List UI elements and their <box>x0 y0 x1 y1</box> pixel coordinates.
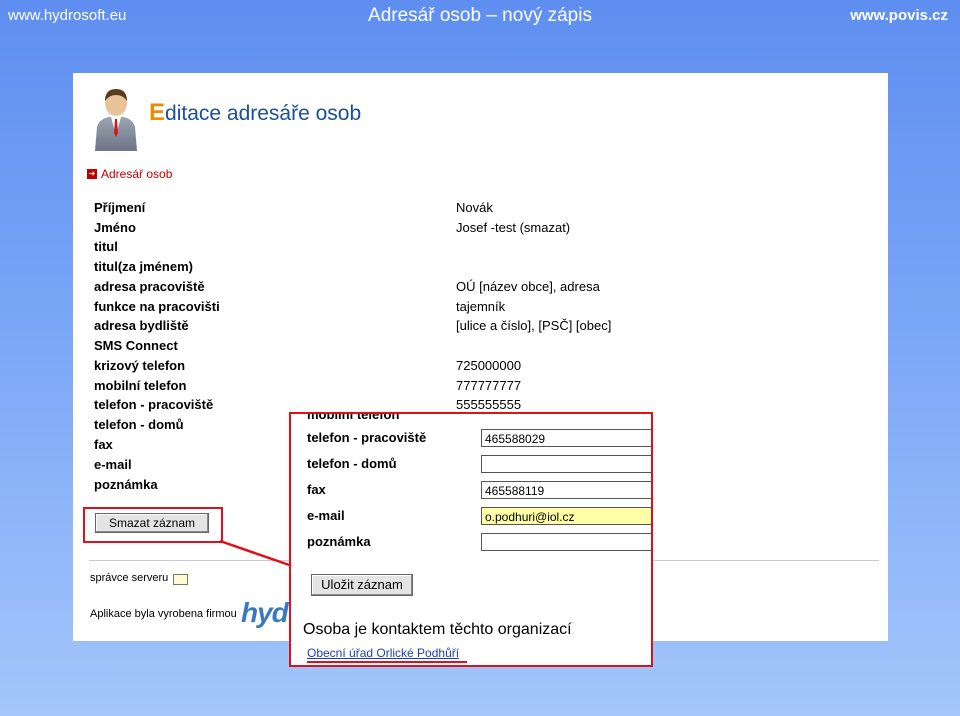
organization-link[interactable]: Obecní úřad Orlické Podhůří <box>307 646 459 660</box>
server-admin-link[interactable]: správce serveru <box>90 572 168 584</box>
company-logo[interactable]: hyd <box>241 597 289 629</box>
zoom-field-row: e-mail o.podhuri@iol.cz <box>307 505 651 527</box>
field-row: titul(za jménem) <box>94 257 854 277</box>
field-row: SMS Connect <box>94 336 854 356</box>
home-phone-input[interactable] <box>481 455 651 473</box>
field-label: titul(za jménem) <box>94 259 193 274</box>
user-avatar-icon <box>95 89 137 151</box>
zoom-field-label: telefon - domů <box>307 456 397 471</box>
breadcrumb-label: Adresář osob <box>101 167 173 181</box>
delete-record-button[interactable]: Smazat záznam <box>95 513 209 533</box>
zoom-field-label-partial: mobilní telefon <box>307 412 400 422</box>
field-label: krizový telefon <box>94 358 186 373</box>
field-row: adresa bydliště [ulice a číslo], [PSČ] [o… <box>94 316 854 336</box>
made-by-text: Aplikace byla vyrobena firmou <box>90 608 237 620</box>
field-row: krizový telefon 725000000 <box>94 356 854 376</box>
field-label: adresa pracoviště <box>94 279 205 294</box>
fax-input[interactable]: 465588119 <box>481 481 651 499</box>
breadcrumb[interactable]: ➜ Adresář osob <box>87 167 172 181</box>
save-record-button[interactable]: Uložit záznam <box>311 574 413 596</box>
field-label: telefon - pracoviště <box>94 397 214 412</box>
field-row: adresa pracoviště OÚ [název obce], adresa <box>94 277 854 297</box>
field-label: Jméno <box>94 220 136 235</box>
zoom-field-row: mobilní telefon <box>307 412 647 426</box>
zoom-field-label: e-mail <box>307 508 345 523</box>
email-input[interactable]: o.podhuri@iol.cz <box>481 507 651 525</box>
work-phone-input[interactable]: 465588029 <box>481 429 651 447</box>
field-label: fax <box>94 437 113 452</box>
field-row: mobilní telefon 777777777 <box>94 376 854 396</box>
field-value: 555555555 <box>456 397 522 412</box>
field-row: Jméno Josef -test (smazat) <box>94 218 854 238</box>
mail-icon[interactable] <box>173 574 188 585</box>
arrow-right-icon: ➜ <box>87 169 97 179</box>
field-label: SMS Connect <box>94 338 178 353</box>
field-label: Příjmení <box>94 200 146 215</box>
zoom-field-row: poznámka <box>307 531 651 553</box>
zoomed-edit-panel: mobilní telefon telefon - pracoviště 465… <box>289 412 653 667</box>
slide-title: Adresář osob – nový zápis <box>368 5 592 26</box>
zoom-field-row: telefon - pracoviště 465588029 <box>307 427 651 449</box>
field-label: poznámka <box>94 477 158 492</box>
note-input[interactable] <box>481 533 651 551</box>
field-label: adresa bydliště <box>94 318 189 333</box>
zoom-field-label: telefon - pracoviště <box>307 430 427 445</box>
zoom-field-label: fax <box>307 482 326 497</box>
field-label: telefon - domů <box>94 417 184 432</box>
field-value: Josef -test (smazat) <box>456 220 571 235</box>
field-label: funkce na pracovišti <box>94 299 220 314</box>
zoom-field-row: fax 465588119 <box>307 479 651 501</box>
field-value: Novák <box>456 200 493 215</box>
zoom-field-row: telefon - domů <box>307 453 651 475</box>
slide-header: www.hydrosoft.eu Adresář osob – nový záp… <box>0 0 960 30</box>
field-value: 777777777 <box>456 378 522 393</box>
field-row: funkce na pracovišti tajemník <box>94 297 854 317</box>
field-row: Příjmení Novák <box>94 198 854 218</box>
field-label: e-mail <box>94 457 132 472</box>
field-label: mobilní telefon <box>94 378 187 393</box>
contact-heading: Osoba je kontaktem těchto organizací <box>303 621 572 638</box>
zoom-field-label: poznámka <box>307 534 371 549</box>
field-value: tajemník <box>456 299 506 314</box>
link-underline-highlight <box>307 661 467 663</box>
site-right-url: www.povis.cz <box>850 7 948 24</box>
field-value: [ulice a číslo], [PSČ] [obec] <box>456 318 612 333</box>
field-value: OÚ [název obce], adresa <box>456 279 600 294</box>
field-value: 725000000 <box>456 358 522 373</box>
field-label: titul <box>94 239 118 254</box>
page-heading: Editace adresáře osob <box>149 99 362 126</box>
field-row: titul <box>94 237 854 257</box>
